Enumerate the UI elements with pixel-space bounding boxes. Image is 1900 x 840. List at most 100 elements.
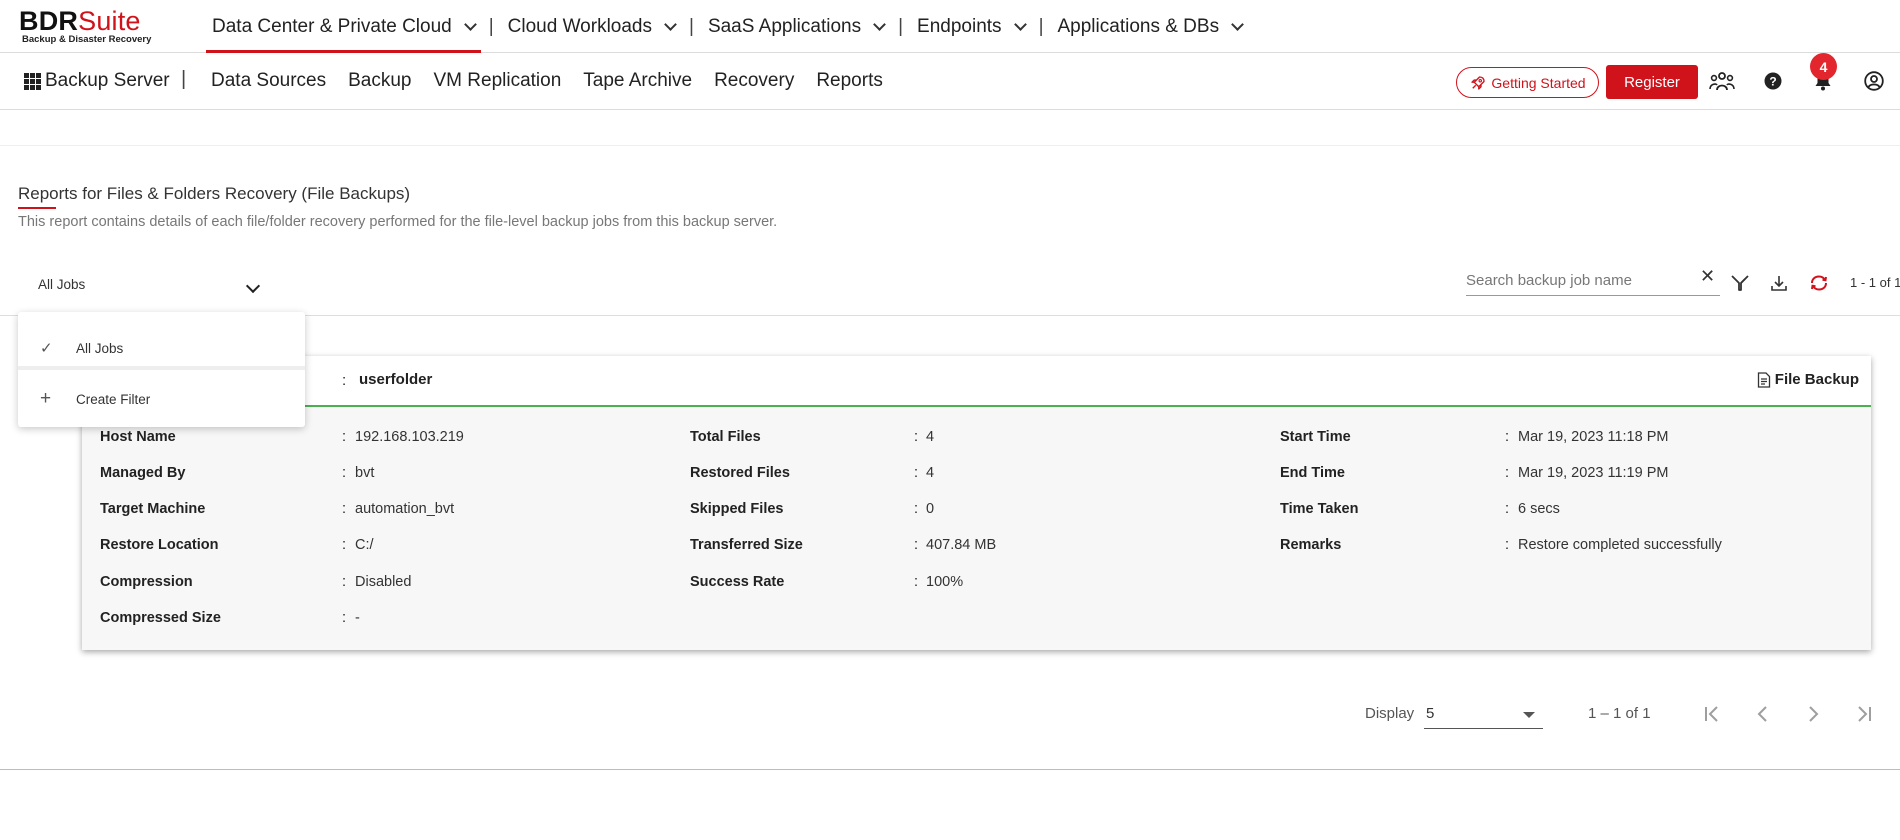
chevron-left-icon — [1757, 706, 1767, 722]
chevron-down-icon — [1231, 17, 1244, 31]
help-icon[interactable]: ? — [1759, 67, 1787, 95]
field-value: - — [355, 610, 360, 626]
menu-item-create-filter[interactable]: + Create Filter — [18, 377, 305, 421]
prev-page-button[interactable] — [1751, 702, 1775, 726]
chevron-down-icon — [463, 17, 477, 31]
getting-started-button[interactable]: Getting Started — [1456, 67, 1599, 98]
recovery-report-card: : userfolder File Backup Host Name:192.1… — [82, 356, 1871, 650]
user-icon[interactable] — [1860, 67, 1888, 95]
nav-recovery[interactable]: Recovery — [714, 70, 794, 92]
refresh-icon[interactable] — [1808, 272, 1830, 294]
field-value: 192.168.103.219 — [355, 429, 464, 445]
field-label: Success Rate — [690, 574, 785, 590]
chevron-down-icon — [1013, 17, 1027, 31]
bdrsuite-logo[interactable]: BDRSuite Backup & Disaster Recovery — [19, 7, 151, 45]
page-title: Reports for Files & Folders Recovery (Fi… — [18, 184, 411, 203]
nav-separator: | — [488, 15, 494, 37]
nav-label: Applications & DBs — [1057, 15, 1220, 37]
backup-server-label[interactable]: Backup Server — [45, 70, 170, 92]
backup-type-label: File Backup — [1774, 371, 1859, 388]
module-nav: Data Sources Backup VM Replication Tape … — [211, 70, 883, 92]
field-colon: : — [914, 501, 919, 517]
field-label: Host Name — [100, 429, 176, 445]
field-value: 6 secs — [1518, 501, 1560, 517]
field-label: Compressed Size — [100, 610, 221, 626]
nav-separator: | — [898, 15, 904, 37]
backup-type: File Backup — [1757, 371, 1859, 388]
field-colon: : — [342, 574, 347, 590]
field-value: C:/ — [355, 537, 374, 553]
last-page-button[interactable] — [1851, 702, 1875, 726]
field-label: Managed By — [100, 465, 186, 481]
nav-label: Endpoints — [917, 15, 1002, 37]
field-value: Disabled — [355, 574, 412, 590]
chevron-down-icon[interactable] — [245, 278, 261, 294]
app-grid-icon[interactable] — [24, 73, 41, 90]
nav-reports[interactable]: Reports — [816, 70, 883, 92]
job-name-colon: : — [342, 372, 347, 389]
nav-data-center[interactable]: Data Center & Private Cloud — [206, 0, 481, 53]
download-icon[interactable] — [1768, 272, 1790, 294]
result-count: 1 - 1 of 1 — [1850, 275, 1900, 290]
menu-item-label: All Jobs — [76, 340, 124, 356]
menu-item-label: Create Filter — [76, 391, 151, 407]
document-icon — [1757, 371, 1770, 388]
svg-text:?: ? — [1769, 75, 1776, 89]
logo-text-bold: BDR — [19, 6, 79, 36]
nav-applications-dbs[interactable]: Applications & DBs — [1052, 0, 1249, 53]
nav-endpoints[interactable]: Endpoints — [911, 0, 1031, 53]
field-label: Remarks — [1280, 537, 1342, 553]
job-filter-menu: ✓ All Jobs + Create Filter — [18, 312, 305, 427]
filter-icon[interactable] — [1729, 272, 1751, 294]
field-label: Transferred Size — [690, 537, 803, 553]
field-label: Compression — [100, 574, 193, 590]
section-divider — [0, 145, 1900, 146]
field-colon: : — [342, 537, 347, 553]
field-colon: : — [342, 429, 347, 445]
module-toolbar: Backup Server | Data Sources Backup VM R… — [0, 53, 1900, 110]
nav-vm-replication[interactable]: VM Replication — [434, 70, 562, 92]
register-button[interactable]: Register — [1606, 65, 1698, 99]
nav-data-sources[interactable]: Data Sources — [211, 70, 326, 92]
field-colon: : — [914, 429, 919, 445]
field-colon: : — [1505, 501, 1510, 517]
field-label: Start Time — [1280, 429, 1351, 445]
menu-item-all-jobs[interactable]: ✓ All Jobs — [18, 326, 305, 370]
field-label: Skipped Files — [690, 501, 784, 517]
field-value: 4 — [926, 429, 935, 445]
nav-cloud-workloads[interactable]: Cloud Workloads — [502, 0, 681, 53]
display-label: Display — [1365, 705, 1415, 722]
last-page-icon — [1858, 706, 1871, 722]
search-input[interactable] — [1466, 270, 1686, 289]
first-page-button[interactable] — [1701, 702, 1725, 726]
field-colon: : — [1505, 537, 1510, 553]
field-value: 407.84 MB — [926, 537, 997, 553]
field-label: End Time — [1280, 465, 1345, 481]
field-colon: : — [914, 537, 919, 553]
job-filter-select[interactable]: All Jobs — [38, 277, 85, 292]
nav-saas-applications[interactable]: SaaS Applications — [702, 0, 890, 53]
check-icon: ✓ — [40, 340, 53, 357]
close-icon[interactable]: ✕ — [1700, 266, 1715, 287]
nav-backup[interactable]: Backup — [348, 70, 411, 92]
logo-text-light: Suite — [78, 6, 141, 36]
page-size-select[interactable]: 5 — [1424, 703, 1543, 729]
chevron-down-icon — [873, 17, 886, 31]
getting-started-label: Getting Started — [1491, 74, 1586, 91]
nav-tape-archive[interactable]: Tape Archive — [583, 70, 692, 92]
product-nav: Data Center & Private Cloud | Cloud Work… — [206, 0, 1248, 53]
footer-divider — [0, 769, 1900, 770]
caret-down-icon — [1523, 712, 1535, 718]
field-colon: : — [1505, 465, 1510, 481]
nav-separator: | — [1038, 15, 1044, 37]
field-value: Mar 19, 2023 11:19 PM — [1518, 465, 1669, 481]
nav-separator: | — [689, 15, 694, 37]
menu-divider — [18, 366, 305, 370]
next-page-button[interactable] — [1801, 702, 1825, 726]
field-value: 100% — [926, 574, 964, 590]
rocket-icon — [1471, 75, 1486, 90]
card-header: : userfolder File Backup — [82, 356, 1871, 407]
community-icon[interactable] — [1708, 67, 1736, 95]
logo-tagline: Backup & Disaster Recovery — [22, 34, 152, 45]
field-label: Target Machine — [100, 501, 206, 517]
